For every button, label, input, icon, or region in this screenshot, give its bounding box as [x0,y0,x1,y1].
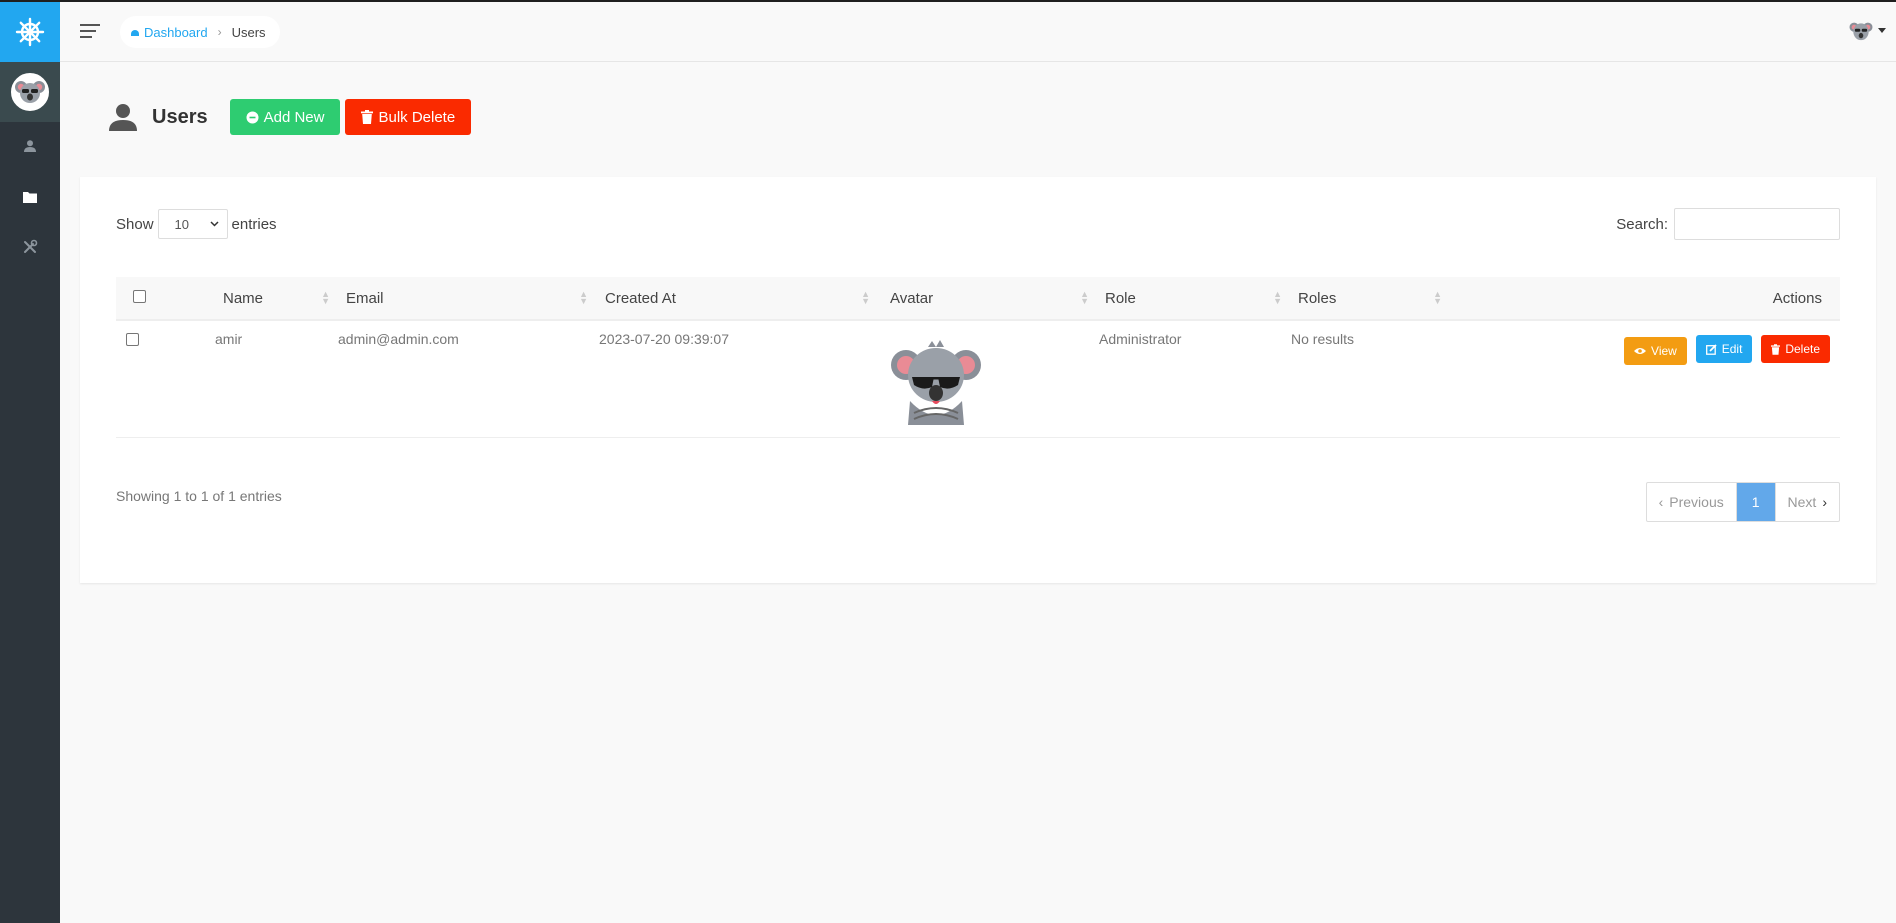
pagination-previous-button[interactable]: ‹ Previous [1647,483,1736,521]
sidebar-item-media[interactable] [0,175,60,219]
pagination: ‹ Previous 1 Next › [1645,482,1840,522]
sort-icon: ▲ ▼ [1273,289,1282,306]
bulk-delete-label: Bulk Delete [378,108,456,126]
entries-label: entries [231,215,277,233]
view-button[interactable]: View [1624,336,1687,365]
users-table: Name ▲ ▼ Email ▲ ▼ Created At ▲ ▼ Avatar ▲ ▼… [116,277,1840,438]
column-header-name[interactable]: Name ▲ ▼ [201,277,338,321]
top-navbar: Dashboard › Users [60,2,1896,62]
tools-icon [24,239,38,253]
table-row: amir admin@admin.com 2023-07-20 09:39:07 [116,320,1840,437]
column-header-roles[interactable]: Roles ▲ ▼ [1290,277,1450,321]
column-header-label: Actions [1772,289,1822,307]
column-header-label: Created At [605,289,676,307]
add-new-label: Add New [263,108,325,126]
column-header-label: Roles [1298,289,1337,307]
sidebar-item-tools[interactable] [0,225,60,269]
window-top-border [0,0,1896,2]
user-icon [109,104,137,131]
edit-button[interactable]: Edit [1695,335,1753,363]
sidebar-user-panel[interactable] [0,62,60,122]
caret-down-icon [1878,28,1886,33]
chevron-right-icon: › [1822,494,1827,510]
previous-label: Previous [1669,494,1724,510]
cell-created-at: 2023-07-20 09:39:07 [599,331,729,347]
cell-avatar [878,320,1097,437]
cell-roles: No results [1291,331,1355,347]
select-all-header [116,277,201,321]
next-label: Next [1787,494,1817,510]
breadcrumb-separator-icon: › [217,25,222,39]
cell-actions: View Edit Delete [1450,320,1840,437]
sidebar [0,0,60,923]
sidebar-toggle-button[interactable] [80,22,102,40]
page-header: Users Add New Bulk Delete [108,99,476,135]
sort-icon: ▲ ▼ [321,289,330,306]
helm-icon [15,17,45,47]
koala-avatar-icon [15,81,45,103]
column-header-label: Email [346,289,384,307]
breadcrumb-current: Users [231,24,266,40]
column-header-avatar[interactable]: Avatar ▲ ▼ [878,277,1097,321]
table-search-control: Search: [1616,208,1840,240]
row-select-cell [116,320,201,437]
column-header-email[interactable]: Email ▲ ▼ [338,277,596,321]
chevron-down-icon [210,221,219,227]
sort-icon: ▲ ▼ [861,289,870,306]
avatar [1849,22,1873,41]
sort-icon: ▲ ▼ [1080,289,1089,306]
breadcrumb-dashboard-link[interactable]: Dashboard [130,25,208,40]
breadcrumb-dashboard-label: Dashboard [144,24,208,40]
sort-icon: ▲ ▼ [1433,289,1442,306]
plus-circle-icon [246,111,259,123]
user-menu-dropdown[interactable] [1848,18,1886,44]
cell-email: admin@admin.com [338,331,459,347]
view-label: View [1651,343,1677,358]
eye-icon [1634,347,1647,354]
search-input[interactable] [1674,208,1840,240]
show-label: Show [116,215,154,233]
table-header-row: Name ▲ ▼ Email ▲ ▼ Created At ▲ ▼ Avatar ▲ ▼… [116,277,1840,321]
brand-logo[interactable] [0,2,60,62]
row-checkbox[interactable] [126,333,139,346]
page-length-select[interactable]: 10 [157,209,228,239]
column-header-created-at[interactable]: Created At ▲ ▼ [596,277,878,321]
trash-icon [1771,343,1781,355]
edit-icon [1705,343,1717,355]
avatar [11,73,49,111]
delete-button[interactable]: Delete [1761,335,1830,363]
user-icon [24,140,36,152]
page-length-control: Show 10 entries [116,209,277,239]
cell-name: amir [215,331,243,347]
column-header-actions: Actions [1450,277,1840,321]
edit-label: Edit [1721,342,1743,356]
page-title: Users [152,105,208,128]
breadcrumb: Dashboard › Users [120,16,280,48]
pagination-page-button[interactable]: 1 [1735,483,1775,521]
pagination-next-button[interactable]: Next › [1774,483,1839,521]
add-new-button[interactable]: Add New [229,99,341,135]
sidebar-item-users[interactable] [0,124,60,168]
folder-icon [23,192,37,203]
chevron-left-icon: ‹ [1658,494,1664,510]
column-header-label: Avatar [890,289,934,307]
trash-icon [361,110,374,124]
bulk-delete-button[interactable]: Bulk Delete [345,99,472,135]
table-info: Showing 1 to 1 of 1 entries [116,488,282,504]
select-all-checkbox[interactable] [133,289,146,303]
page-length-value: 10 [174,216,189,232]
column-header-label: Role [1105,289,1136,307]
search-label: Search: [1616,215,1668,233]
delete-label: Delete [1785,342,1820,356]
users-table-panel: Show 10 entries Search: Name ▲ ▼ Email ▲… [80,177,1876,583]
column-header-label: Name [223,289,264,307]
cell-role: Administrator [1099,331,1182,347]
avatar [891,340,981,425]
column-header-role[interactable]: Role ▲ ▼ [1097,277,1290,321]
dashboard-icon [131,30,139,36]
sort-icon: ▲ ▼ [579,289,588,306]
